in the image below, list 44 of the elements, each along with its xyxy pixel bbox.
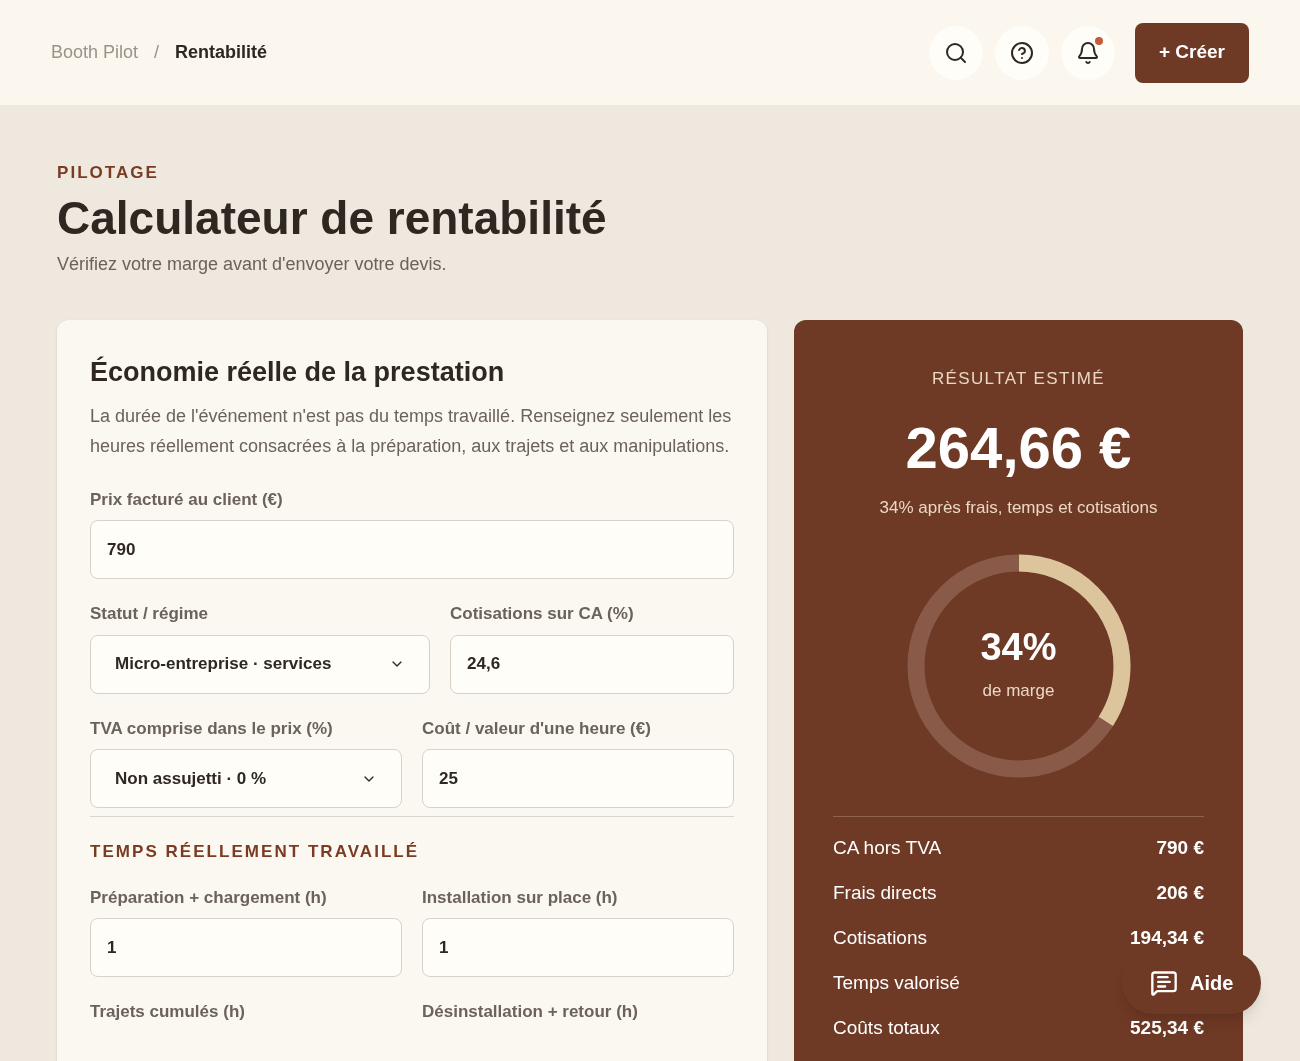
section-title: TEMPS RÉELLEMENT TRAVAILLÉ <box>90 841 421 863</box>
field-label: Coût / valeur d'une heure (€) <box>422 717 652 740</box>
breadcrumb-separator: / <box>154 41 160 64</box>
input-field[interactable]: 25 <box>422 749 734 808</box>
result-amount: 264,66 € <box>905 413 1132 482</box>
summary-label: Cotisations <box>833 926 927 951</box>
field-label: Prix facturé au client (€) <box>90 488 284 511</box>
summary-label: Temps valorisé <box>833 971 960 996</box>
gauge-label: de marge <box>982 680 1055 703</box>
summary-value: 525,34 € <box>1130 1016 1204 1041</box>
field-label: Cotisations sur CA (%) <box>450 603 635 625</box>
summary-label: Coûts totaux <box>833 1016 940 1041</box>
field-label: TVA comprise dans le prix (%) <box>90 717 334 740</box>
input-field[interactable]: 1 <box>422 918 734 977</box>
field-label: Trajets cumulés (h) <box>90 1001 246 1023</box>
input-field[interactable]: 790 <box>90 520 734 579</box>
help-chat-button[interactable]: Aide <box>1122 952 1262 1014</box>
summary-value: 194,34 € <box>1130 926 1204 951</box>
create-button[interactable]: + Créer <box>1134 22 1249 83</box>
page-subtitle: Vérifiez votre marge avant d'envoyer votre devis. <box>57 253 448 276</box>
page-title: Calculateur de rentabilité <box>57 190 608 246</box>
field-label: Statut / régime <box>90 603 210 625</box>
search-icon <box>943 40 968 65</box>
bell-icon <box>1075 40 1100 65</box>
summary-label: Frais directs <box>833 881 937 906</box>
result-caption: 34% après frais, temps et cotisations <box>879 496 1158 519</box>
eyebrow: PILOTAGE <box>57 162 160 184</box>
summary-value: 790 € <box>1156 836 1204 861</box>
field-label: Préparation + chargement (h) <box>90 886 328 909</box>
input-field[interactable]: 24,6 <box>450 634 734 694</box>
breadcrumb-item: Rentabilité <box>175 41 268 64</box>
card-description: La durée de l'événement n'est pas du temps travaillé. Renseignez seulement les heures réellement consacrées à la préparation, aux trajets et aux manipulations. <box>90 404 733 458</box>
result-eyebrow: RÉSULTAT ESTIMÉ <box>931 368 1106 390</box>
card-title: Économie réelle de la prestation <box>90 355 506 389</box>
summary-label: CA hors TVA <box>833 836 942 861</box>
question-mark-icon <box>1009 40 1034 65</box>
select-field[interactable]: Micro-entreprise · services <box>90 634 430 694</box>
summary-value: 206 € <box>1156 881 1204 906</box>
select-field[interactable]: Non assujetti · 0 % <box>90 749 402 808</box>
field-label: Installation sur place (h) <box>422 886 619 909</box>
field-label: Désinstallation + retour (h) <box>422 1001 639 1023</box>
input-field[interactable]: 1 <box>90 918 402 977</box>
chat-icon <box>1150 969 1178 997</box>
gauge-value: 34% <box>980 628 1057 667</box>
